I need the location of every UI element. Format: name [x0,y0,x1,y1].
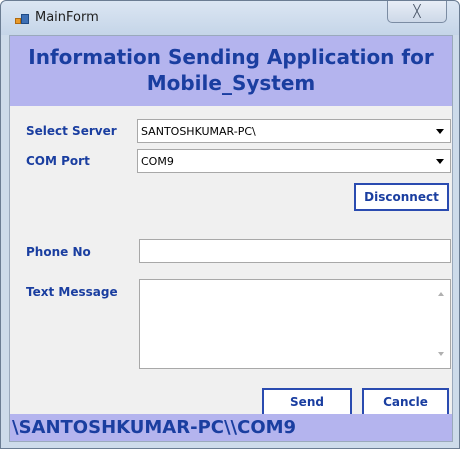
chevron-down-icon [436,159,444,164]
com-port-label: COM Port [26,154,90,168]
scroll-up-icon[interactable] [438,292,444,296]
header-title-line2: Mobile_System [146,71,316,95]
header-title-line1: Information Sending Application for [28,45,434,69]
window-title: MainForm [35,10,99,25]
text-message-input[interactable] [139,279,451,369]
disconnect-button[interactable]: Disconnect [354,183,449,211]
com-port-value: COM9 [141,155,174,168]
phone-no-input[interactable] [139,239,451,263]
select-server-dropdown[interactable]: SANTOSHKUMAR-PC\ [137,119,451,143]
close-icon: ╳ [413,4,421,18]
select-server-value: SANTOSHKUMAR-PC\ [141,125,256,138]
app-icon [15,14,29,26]
scroll-down-icon[interactable] [438,352,444,356]
select-server-label: Select Server [26,124,117,138]
phone-no-label: Phone No [26,245,91,259]
app-header: Information Sending Application for Mobi… [10,36,452,106]
close-button[interactable]: ╳ [387,1,447,23]
com-port-dropdown[interactable]: COM9 [137,149,451,173]
form-client-area: Information Sending Application for Mobi… [9,35,453,442]
chevron-down-icon [436,129,444,134]
text-message-label: Text Message [26,285,118,299]
main-window: MainForm ╳ Information Sending Applicati… [0,0,460,449]
send-button[interactable]: Send [262,388,352,416]
status-bar: \SANTOSHKUMAR-PC\\COM9 [10,414,452,441]
cancel-button[interactable]: Cancle [362,388,449,416]
title-bar[interactable]: MainForm ╳ [1,1,459,35]
